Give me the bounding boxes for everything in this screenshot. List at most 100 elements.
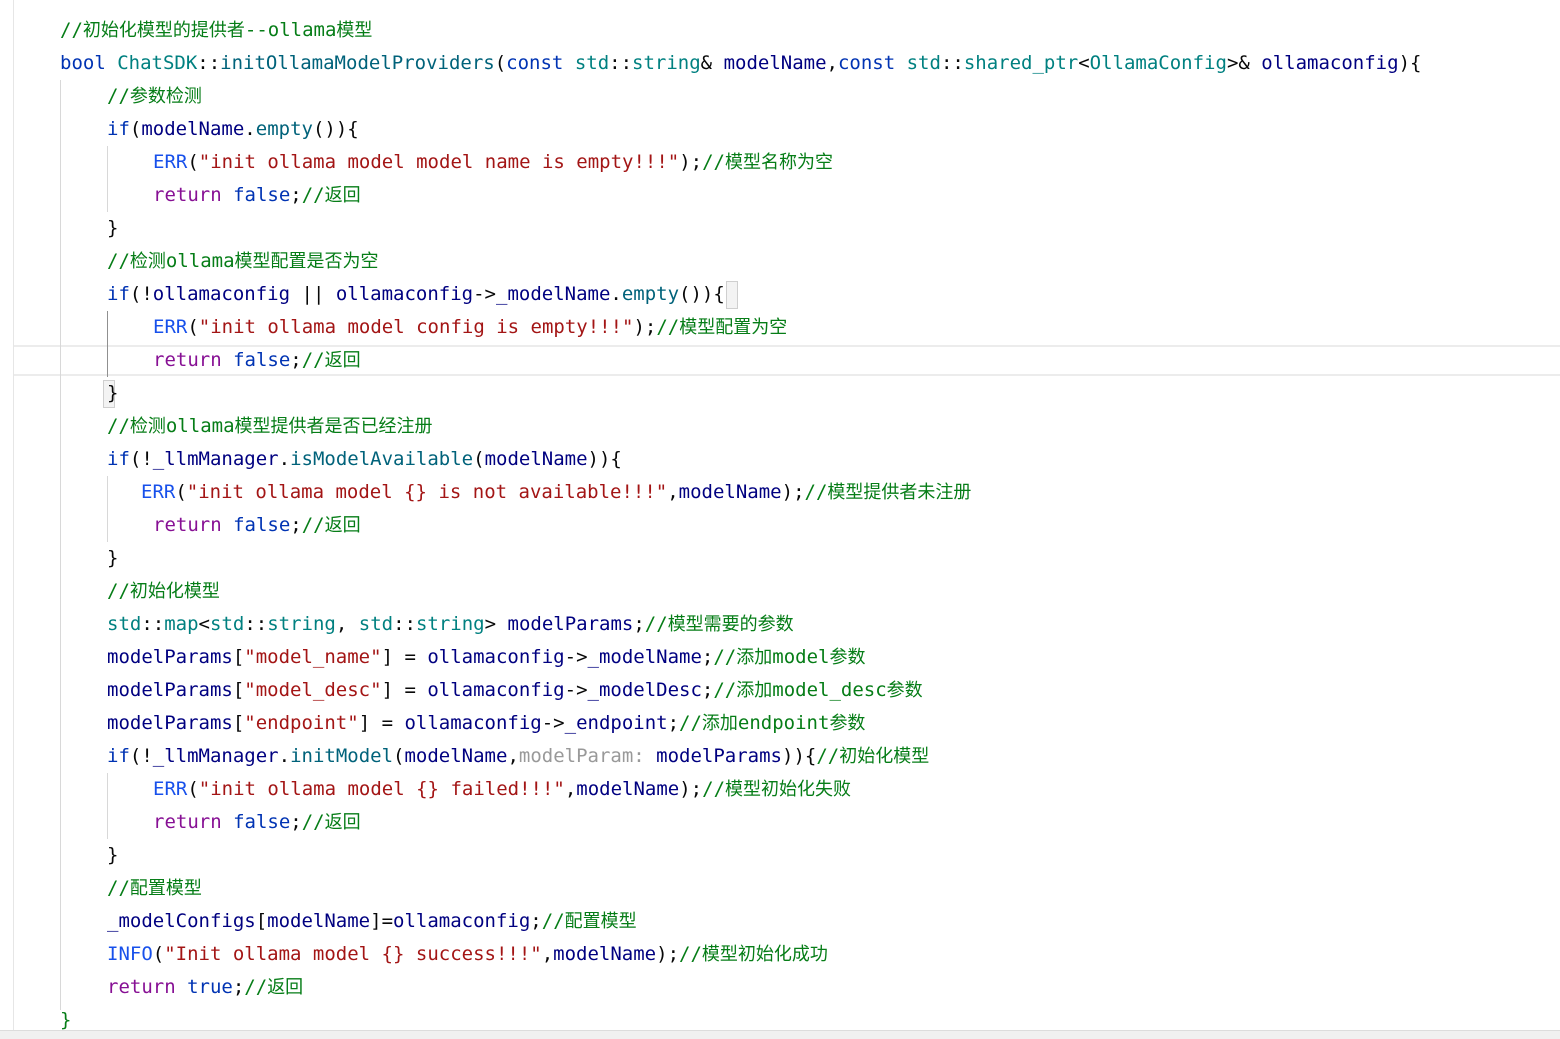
matching-brace-highlight — [726, 281, 738, 309]
code-token: [ — [255, 910, 268, 932]
code-token: ; — [290, 811, 302, 833]
code-token: "model_desc" — [244, 679, 382, 701]
code-token: ] = — [358, 712, 405, 734]
code-token: ollamaconfig — [393, 910, 531, 932]
code-comment: 参数 — [829, 713, 866, 734]
code-line[interactable]: if(!_llmManager.isModelAvailable(modelNa… — [107, 443, 622, 476]
code-token: . — [278, 448, 291, 470]
code-comment: 参数 — [886, 680, 923, 701]
code-token: :: — [197, 52, 221, 74]
code-line[interactable]: bool ChatSDK::initOllamaModelProviders(c… — [60, 47, 1421, 80]
code-token: ); — [781, 481, 805, 503]
code-comment: 添加 — [736, 680, 773, 701]
code-comment: 模型提供者未注册 — [827, 482, 972, 503]
code-token: modelParams — [656, 745, 783, 767]
code-line[interactable]: ERR("init ollama model {} is not availab… — [141, 476, 971, 509]
code-token: modelName — [267, 910, 371, 932]
code-token: "init ollama model config is empty!!!" — [198, 316, 634, 338]
code-comment: 初始化模型 — [839, 746, 930, 767]
code-line[interactable]: ERR("init ollama model config is empty!!… — [153, 311, 787, 344]
code-token: ollamaconfig — [152, 283, 291, 305]
code-token: modelParams — [107, 712, 233, 734]
code-token: ( — [175, 481, 187, 503]
code-token: map — [164, 613, 199, 635]
code-line[interactable]: modelParams["model_name"] = ollamaconfig… — [107, 641, 865, 674]
code-comment: 模型配置为空 — [679, 317, 788, 338]
code-token: modelName — [576, 778, 680, 800]
code-line[interactable]: if(!_llmManager.initModel(modelName,mode… — [107, 740, 929, 773]
code-line[interactable]: modelParams["endpoint"] = ollamaconfig->… — [107, 707, 865, 740]
code-token: ); — [679, 778, 703, 800]
code-line[interactable]: return false;//返回 — [153, 179, 361, 212]
code-line[interactable]: if(modelName.empty()){ — [107, 113, 359, 146]
code-line[interactable]: ERR("init ollama model model name is emp… — [153, 146, 833, 179]
code-token: :: — [940, 52, 964, 74]
code-line[interactable]: modelParams["model_desc"] = ollamaconfig… — [107, 674, 923, 707]
code-token: >& — [1226, 52, 1262, 74]
code-comment: 检测 — [129, 251, 166, 272]
code-comment: // — [679, 712, 702, 734]
code-line[interactable]: //初始化模型 — [107, 575, 220, 608]
code-token: if — [107, 745, 130, 767]
code-token: const — [506, 52, 575, 74]
code-line[interactable]: //检测ollama模型提供者是否已经注册 — [107, 410, 433, 443]
code-token: ( — [187, 316, 199, 338]
code-token: INFO — [107, 943, 153, 965]
code-token: "init ollama model {} is not available!!… — [186, 481, 668, 503]
code-token: initModel — [290, 745, 394, 767]
code-comment: ollama — [165, 250, 235, 272]
code-line[interactable]: return true;//返回 — [107, 971, 303, 1004]
code-token: ; — [290, 184, 302, 206]
code-token: return — [153, 349, 234, 371]
code-comment: 配置模型 — [129, 878, 202, 899]
code-line[interactable]: } — [107, 377, 118, 410]
code-line[interactable]: //检测ollama模型配置是否为空 — [107, 245, 379, 278]
code-token: ( — [152, 943, 165, 965]
code-line[interactable]: std::map<std::string, std::string> model… — [107, 608, 794, 641]
code-line[interactable]: return false;//返回 — [153, 509, 361, 542]
code-comment: // — [656, 316, 680, 338]
code-line[interactable]: //初始化模型的提供者--ollama模型 — [60, 14, 372, 47]
code-comment: 模型初始化失败 — [725, 779, 852, 800]
code-line[interactable]: return false;//返回 — [153, 344, 361, 377]
code-token: string — [267, 613, 336, 635]
code-token: )){ — [782, 745, 817, 767]
code-token: _llmManager — [152, 745, 279, 767]
code-token: ] = — [381, 646, 428, 668]
code-token: "Init ollama model {} success!!!" — [164, 943, 542, 965]
code-token: ; — [232, 976, 245, 998]
code-comment: } — [60, 1009, 72, 1031]
code-comment: 检测 — [129, 416, 166, 437]
code-line[interactable]: if(!ollamaconfig || ollamaconfig->_model… — [107, 278, 725, 311]
code-comment: // — [107, 250, 130, 272]
code-token: :: — [244, 613, 268, 635]
code-comment: 模型提供者是否已经注册 — [234, 416, 433, 437]
code-line[interactable]: //参数检测 — [107, 80, 202, 113]
code-comment: 返回 — [267, 977, 304, 998]
code-comment: 返回 — [324, 812, 361, 833]
code-line[interactable]: //配置模型 — [107, 872, 202, 905]
code-line[interactable]: } — [107, 542, 118, 575]
code-line[interactable]: ERR("init ollama model {} failed!!!",mod… — [153, 773, 851, 806]
code-line[interactable]: INFO("Init ollama model {} success!!!",m… — [107, 938, 828, 971]
code-token: } — [107, 547, 119, 569]
code-token: shared_ptr — [963, 52, 1079, 74]
code-token: ChatSDK — [117, 52, 198, 74]
code-line[interactable]: } — [107, 212, 118, 245]
code-token: (! — [129, 448, 153, 470]
code-token: -> — [564, 679, 588, 701]
code-token: std — [906, 52, 941, 74]
code-token: std — [574, 52, 610, 74]
code-token: ] = — [381, 679, 428, 701]
code-token: ollamaconfig — [427, 679, 565, 701]
code-comment: 添加 — [701, 713, 738, 734]
code-line[interactable]: } — [107, 839, 118, 872]
code-token: ){ — [1398, 52, 1422, 74]
indent-guide — [107, 146, 108, 212]
code-editor[interactable]: //初始化模型的提供者--ollama模型 bool ChatSDK::initO… — [0, 0, 1560, 1039]
code-token: _endpoint — [564, 712, 668, 734]
code-line[interactable]: _modelConfigs[modelName]=ollamaconfig;//… — [107, 905, 637, 938]
code-comment: // — [301, 514, 325, 536]
code-line[interactable]: return false;//返回 — [153, 806, 361, 839]
code-comment: model_desc — [772, 679, 887, 701]
